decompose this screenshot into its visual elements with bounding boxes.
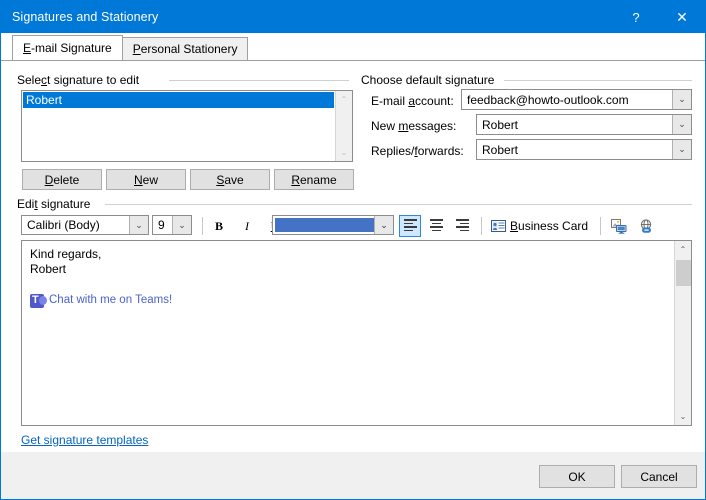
- toolbar-separator: [202, 217, 203, 235]
- replies-forwards-label: Replies/forwards:: [371, 144, 464, 158]
- default-signature-group-rule: [504, 80, 692, 81]
- email-account-label: E-mail account:: [371, 94, 454, 108]
- tab-strip: E-mail Signature Personal Stationery: [1, 33, 705, 60]
- select-signature-group-label: Select signature to edit: [17, 73, 146, 87]
- toolbar-separator: [481, 217, 482, 235]
- title-bar-buttons: ? ✕: [613, 1, 705, 33]
- list-item[interactable]: Robert: [23, 92, 334, 108]
- rename-button[interactable]: Rename: [274, 169, 354, 190]
- new-messages-label: New messages:: [371, 119, 457, 133]
- edit-signature-group-label: Edit signature: [17, 197, 97, 211]
- tab-personal-stationery-label: Personal Stationery: [132, 42, 238, 56]
- ok-button[interactable]: OK: [539, 465, 615, 488]
- scroll-down-icon[interactable]: ⌄: [675, 408, 692, 425]
- chevron-down-icon[interactable]: ⌄: [374, 216, 393, 234]
- signature-editor-canvas[interactable]: Kind regards, Robert Chat with me on Tea…: [22, 241, 674, 425]
- signature-line: Robert: [30, 262, 67, 276]
- scroll-up-icon[interactable]: ⌃: [336, 91, 353, 108]
- signature-list[interactable]: Robert ⌃ ⌄: [21, 90, 353, 162]
- signature-editor[interactable]: Kind regards, Robert Chat with me on Tea…: [21, 240, 692, 426]
- bold-button[interactable]: B: [208, 215, 230, 237]
- teams-link-row[interactable]: Chat with me on Teams!: [30, 293, 666, 308]
- ok-button-label: OK: [568, 469, 586, 484]
- email-account-combo[interactable]: feedback@howto-outlook.com ⌄: [461, 89, 692, 110]
- edit-signature-group-rule: [105, 204, 692, 205]
- cancel-button-label: Cancel: [640, 469, 678, 484]
- font-color-button[interactable]: ⌄: [272, 215, 394, 235]
- tab-personal-stationery[interactable]: Personal Stationery: [121, 37, 249, 60]
- get-signature-templates-link[interactable]: Get signature templates: [21, 433, 148, 447]
- signature-line: Kind regards,: [30, 247, 102, 261]
- chevron-down-icon[interactable]: ⌄: [172, 216, 191, 234]
- signature-list-scrollbar[interactable]: ⌃ ⌄: [335, 91, 352, 161]
- align-left-button[interactable]: [399, 215, 421, 237]
- dialog-page: Select signature to edit Robert ⌃ ⌄ Dele…: [9, 67, 697, 447]
- signature-list-items: Robert: [22, 91, 335, 161]
- scroll-down-icon[interactable]: ⌄: [336, 144, 353, 161]
- email-account-value: feedback@howto-outlook.com: [467, 92, 629, 107]
- align-center-button[interactable]: [425, 215, 447, 237]
- align-right-icon: [455, 219, 469, 233]
- scroll-up-icon[interactable]: ⌃: [675, 241, 692, 258]
- new-button[interactable]: New: [106, 169, 186, 190]
- insert-toolbar: Business Card: [486, 215, 657, 237]
- scroll-thumb[interactable]: [675, 260, 691, 286]
- teams-icon: [30, 293, 47, 308]
- align-center-icon: [429, 219, 443, 233]
- business-card-label: Business Card: [510, 219, 589, 233]
- dialog-body: Select signature to edit Robert ⌃ ⌄ Dele…: [1, 60, 705, 451]
- title-bar: Signatures and Stationery ? ✕: [1, 1, 705, 33]
- italic-button[interactable]: I: [236, 215, 258, 237]
- close-icon[interactable]: ✕: [659, 1, 705, 33]
- font-size-value: 9: [158, 218, 165, 232]
- chevron-down-icon[interactable]: ⌄: [129, 216, 148, 234]
- align-left-icon: [403, 219, 417, 233]
- replies-forwards-value: Robert: [482, 142, 519, 157]
- bold-label: B: [214, 218, 223, 233]
- replies-forwards-combo[interactable]: Robert ⌄: [476, 139, 692, 160]
- scroll-track[interactable]: [675, 258, 692, 408]
- tab-email-signature-label: E-mail Signature: [23, 41, 112, 55]
- new-messages-combo[interactable]: Robert ⌄: [476, 114, 692, 135]
- new-messages-value: Robert: [482, 117, 519, 132]
- save-button[interactable]: Save: [190, 169, 270, 190]
- teams-link-label[interactable]: Chat with me on Teams!: [49, 293, 172, 308]
- rename-button-label: Rename: [291, 172, 337, 187]
- tab-email-signature[interactable]: E-mail Signature: [12, 35, 123, 60]
- business-card-button[interactable]: Business Card: [486, 215, 593, 237]
- dialog-footer: OK Cancel: [1, 451, 705, 499]
- delete-button[interactable]: Delete: [22, 169, 102, 190]
- signatures-and-stationery-dialog: Signatures and Stationery ? ✕ E-mail Sig…: [0, 0, 706, 500]
- scroll-track[interactable]: [336, 108, 353, 144]
- picture-icon: [611, 218, 627, 234]
- help-icon[interactable]: ?: [613, 1, 659, 33]
- alignment-toolbar: [399, 215, 487, 237]
- font-name-value: Calibri (Body): [27, 218, 100, 232]
- chevron-down-icon[interactable]: ⌄: [672, 140, 691, 159]
- toolbar-separator: [600, 217, 602, 235]
- signature-editor-scrollbar[interactable]: ⌃ ⌄: [674, 241, 691, 425]
- insert-hyperlink-button[interactable]: [635, 215, 657, 237]
- cancel-button[interactable]: Cancel: [621, 465, 697, 488]
- chevron-down-icon[interactable]: ⌄: [672, 90, 691, 109]
- default-signature-group-label: Choose default signature: [361, 73, 501, 87]
- business-card-icon: [491, 220, 506, 232]
- font-name-combo[interactable]: Calibri (Body) ⌄: [21, 215, 149, 235]
- chevron-down-icon[interactable]: ⌄: [672, 115, 691, 134]
- select-signature-group-rule: [169, 80, 349, 81]
- font-size-combo[interactable]: 9 ⌄: [152, 215, 192, 235]
- insert-picture-button[interactable]: [608, 215, 630, 237]
- italic-label: I: [245, 218, 249, 233]
- hyperlink-icon: [640, 218, 651, 233]
- delete-button-label: Delete: [44, 172, 80, 187]
- align-right-button[interactable]: [451, 215, 473, 237]
- new-button-label: New: [133, 172, 158, 187]
- window-title: Signatures and Stationery: [12, 10, 159, 24]
- save-button-label: Save: [216, 172, 244, 187]
- font-color-swatch: [275, 218, 374, 232]
